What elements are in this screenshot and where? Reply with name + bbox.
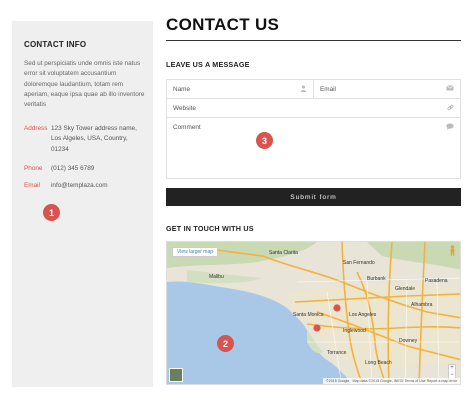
- website-placeholder: Website: [173, 105, 196, 112]
- submit-button[interactable]: Submit form: [166, 188, 461, 206]
- comment-icon: [446, 123, 454, 132]
- map-marker[interactable]: [333, 304, 341, 312]
- map-label: Inglewood: [343, 328, 366, 334]
- contact-info-panel: CONTACT INFO Sed ut perspiciatis unde om…: [12, 21, 153, 387]
- address-label: Address: [24, 125, 48, 132]
- map-label: Santa Monica: [293, 312, 324, 318]
- annotation-badge-1: 1: [43, 204, 60, 221]
- map-label: Torrance: [327, 350, 347, 356]
- phone-value: (012) 345 6789: [51, 165, 95, 172]
- map-label: Los Angeles: [349, 312, 377, 318]
- address-value: 123 Sky Tower address name, Los Algeles,…: [51, 125, 137, 153]
- map-section-title: GET IN TOUCH WITH US: [166, 224, 254, 233]
- contact-info-title: CONTACT INFO: [24, 40, 87, 49]
- map-marker[interactable]: [313, 324, 321, 332]
- envelope-icon: [446, 85, 454, 93]
- name-field[interactable]: Name: [166, 79, 314, 99]
- zoom-in-button[interactable]: +: [449, 365, 455, 372]
- annotation-badge-2: 2: [217, 335, 234, 352]
- email-row: Email info@templaza.com: [24, 181, 141, 191]
- email-placeholder: Email: [320, 86, 336, 93]
- google-map[interactable]: Santa Clarita San Fernando Burbank Glend…: [166, 241, 461, 385]
- email-label: Email: [24, 182, 40, 189]
- comment-placeholder: Comment: [173, 124, 201, 131]
- email-field[interactable]: Email: [313, 79, 461, 99]
- annotation-badge-3: 3: [256, 132, 273, 149]
- map-label: Burbank: [367, 276, 386, 282]
- address-row: Address 123 Sky Tower address name, Los …: [24, 124, 141, 155]
- page-title: CONTACT US: [166, 15, 280, 34]
- map-label: San Fernando: [343, 260, 375, 266]
- map-label: Glendale: [395, 286, 415, 292]
- title-divider: [166, 40, 461, 41]
- phone-label: Phone: [24, 165, 43, 172]
- map-label: Malibu: [209, 274, 224, 280]
- phone-row: Phone (012) 345 6789: [24, 164, 141, 174]
- comment-field[interactable]: Comment: [166, 117, 461, 179]
- pegman-icon[interactable]: [448, 245, 457, 256]
- map-label: Pasadena: [425, 278, 448, 284]
- map-label: Santa Clarita: [269, 250, 298, 256]
- form-section-title: LEAVE US A MESSAGE: [166, 60, 250, 69]
- map-label: Downey: [399, 338, 418, 344]
- user-icon: [300, 85, 307, 94]
- contact-info-description: Sed ut perspiciatis unde omnis iste natu…: [24, 60, 145, 109]
- map-label: Long Beach: [365, 360, 392, 366]
- map-canvas: Santa Clarita San Fernando Burbank Glend…: [167, 242, 460, 384]
- satellite-toggle[interactable]: [169, 368, 183, 382]
- view-larger-map-link[interactable]: View larger map: [172, 247, 219, 257]
- link-icon: [447, 104, 454, 113]
- map-label: Alhambra: [411, 302, 433, 308]
- email-value[interactable]: info@templaza.com: [51, 181, 141, 191]
- name-placeholder: Name: [173, 86, 191, 93]
- map-attribution: ©2015 Google · Map data ©2015 Google, IN…: [323, 378, 460, 384]
- website-field[interactable]: Website: [166, 98, 461, 118]
